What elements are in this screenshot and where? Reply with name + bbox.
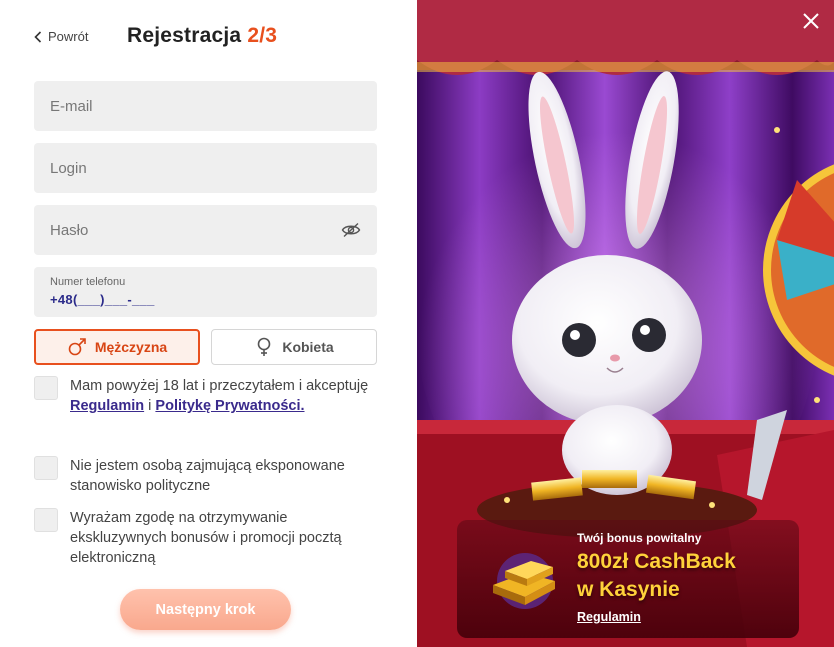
female-symbol-icon [258,337,271,356]
registration-panel: Powrót Rejestracja 2/3 Numer telefonu +4… [0,0,417,647]
password-field-wrapper [34,205,377,255]
consent-age-checkbox[interactable] [34,376,58,400]
title-text: Rejestracja [127,24,242,47]
page-title: Rejestracja 2/3 [127,24,277,48]
gender-male-button[interactable]: Mężczyzna [34,329,200,365]
consent-marketing-checkbox[interactable] [34,508,58,532]
chevron-left-icon [34,30,42,43]
consent-age-text-and: i [148,398,152,414]
email-field[interactable] [34,81,377,131]
privacy-policy-link[interactable]: Politykę Prywatności. [155,398,304,414]
gender-male-label: Mężczyzna [94,339,168,355]
promo-title: 800zł CashBack w Kasynie [577,548,736,604]
password-field[interactable] [34,205,377,255]
promo-subtitle: Twój bonus powitalny [577,531,702,545]
consent-age-text-main: Mam powyżej 18 lat i przeczytałem i akce… [70,378,369,394]
back-label: Powrót [48,29,89,44]
gender-female-label: Kobieta [282,339,334,355]
terms-link[interactable]: Regulamin [70,398,144,414]
consent-marketing-text: Wyrażam zgodę na otrzymywanie ekskluzywn… [70,510,342,566]
phone-input[interactable]: +48(___)___-___ [50,292,155,307]
promo-panel: Twój bonus powitalny 800zł CashBack w Ka… [417,0,834,647]
eye-off-icon[interactable] [341,222,361,238]
consent-political-checkbox[interactable] [34,456,58,480]
male-symbol-icon [68,338,86,356]
promo-title-line2: w Kasynie [577,578,680,601]
email-field-wrapper [34,81,377,131]
promo-terms-link[interactable]: Regulamin [577,610,641,624]
back-link[interactable]: Powrót [34,29,88,44]
consent-age-row: Mam powyżej 18 lat i przeczytałem i akce… [34,376,379,416]
phone-label: Numer telefonu [50,276,126,288]
consent-marketing-row: Wyrażam zgodę na otrzymywanie ekskluzywn… [34,508,379,568]
consent-political-row: Nie jestem osobą zajmującą eksponowane s… [34,456,379,496]
close-icon[interactable] [802,12,820,30]
login-field[interactable] [34,143,377,193]
gold-bars-icon [493,553,555,609]
consent-age-text: Mam powyżej 18 lat i przeczytałem i akce… [70,376,379,416]
gender-female-button[interactable]: Kobieta [211,329,377,365]
phone-field[interactable]: Numer telefonu +48(___)___-___ [34,267,377,317]
login-field-wrapper [34,143,377,193]
title-step: 2/3 [247,24,278,47]
consent-political-text: Nie jestem osobą zajmującą eksponowane s… [70,458,345,494]
next-step-button[interactable]: Następny krok [120,589,291,630]
promo-title-line1: 800zł CashBack [577,550,736,573]
